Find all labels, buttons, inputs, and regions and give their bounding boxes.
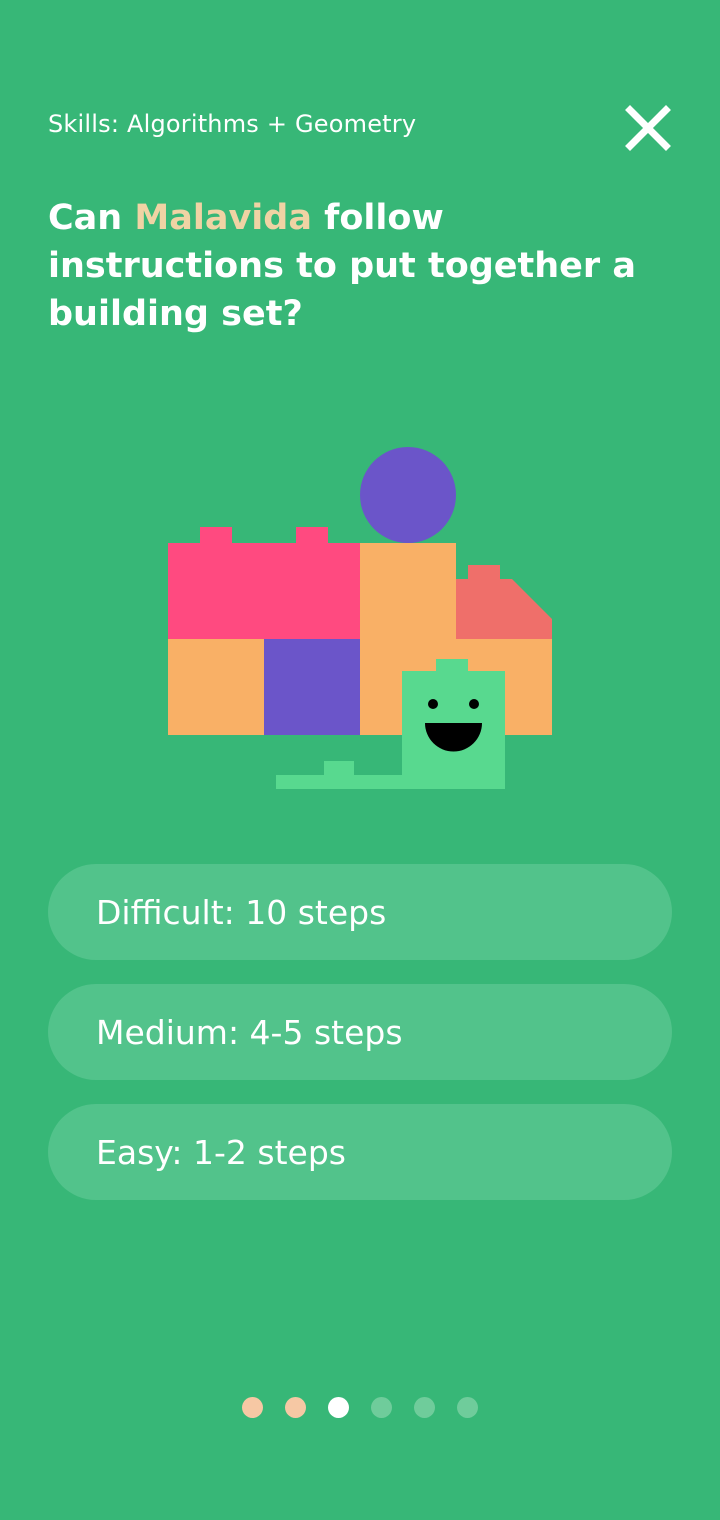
- purple-square-block-shape: [264, 639, 360, 735]
- purple-ball-shape: [360, 447, 456, 543]
- page-dot-1[interactable]: [242, 1397, 263, 1418]
- difficulty-option-difficult[interactable]: Difficult: 10 steps: [48, 864, 672, 960]
- question-highlight-name: Malavida: [134, 198, 312, 238]
- page-dot-5[interactable]: [414, 1397, 435, 1418]
- difficulty-options: Difficult: 10 steps Medium: 4-5 steps Ea…: [48, 864, 672, 1224]
- page-dot-6[interactable]: [457, 1397, 478, 1418]
- page-dot-3-current[interactable]: [328, 1397, 349, 1418]
- close-icon: [625, 105, 671, 151]
- difficulty-option-easy[interactable]: Easy: 1-2 steps: [48, 1104, 672, 1200]
- page-dot-4[interactable]: [371, 1397, 392, 1418]
- question-title: Can Malavida follow instructions to put …: [48, 194, 668, 338]
- page-dot-2[interactable]: [285, 1397, 306, 1418]
- roof-block-shape: [456, 565, 552, 639]
- question-prefix: Can: [48, 198, 135, 238]
- skills-label: Skills: Algorithms + Geometry: [48, 110, 417, 138]
- difficulty-option-medium[interactable]: Medium: 4-5 steps: [48, 984, 672, 1080]
- pink-brick-shape: [168, 527, 360, 639]
- close-button[interactable]: [616, 96, 680, 160]
- building-blocks-illustration: [168, 447, 552, 789]
- orange-square-block-shape: [168, 639, 264, 735]
- pagination-dots: [0, 1397, 720, 1418]
